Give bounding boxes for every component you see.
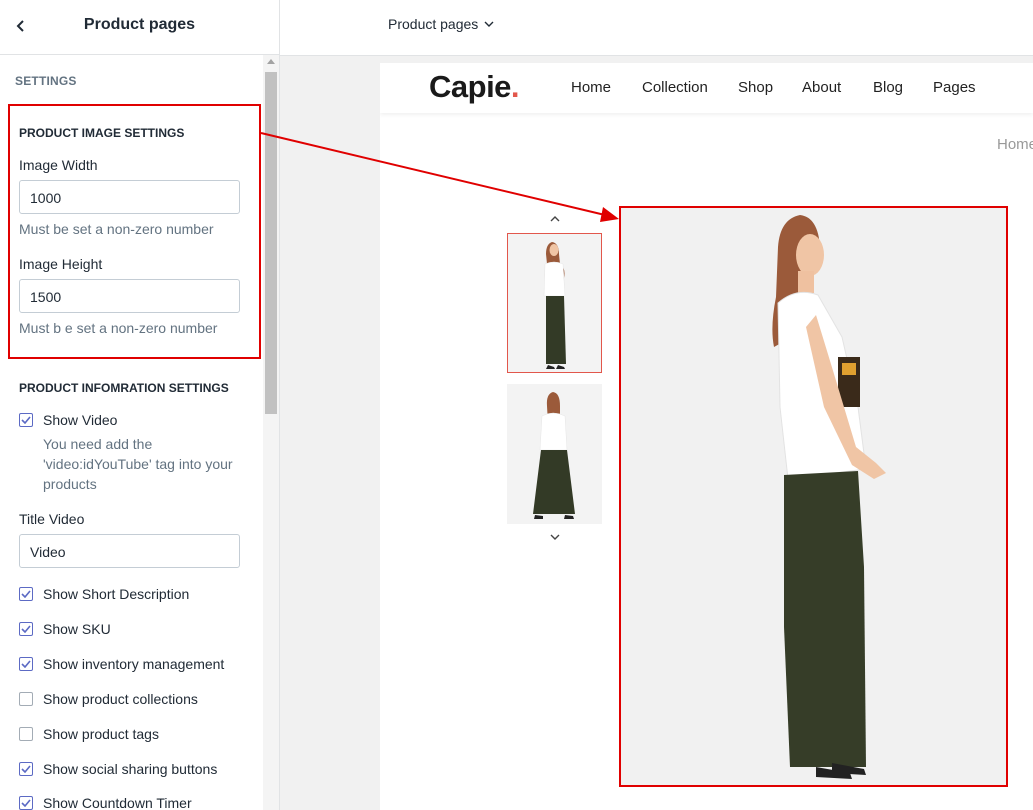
info-settings-title: PRODUCT INFOMRATION SETTINGS xyxy=(19,381,229,395)
product-thumbnail-image xyxy=(508,234,601,372)
product-thumbnail-image xyxy=(507,384,602,524)
option-inventory-management[interactable]: Show inventory management xyxy=(19,654,224,674)
option-product-tags[interactable]: Show product tags xyxy=(19,724,159,744)
option-label: Show SKU xyxy=(43,621,111,637)
nav-collection[interactable]: Collection xyxy=(642,79,708,96)
sidebar-header: Product pages xyxy=(0,0,279,55)
countdown-checkbox[interactable] xyxy=(19,796,33,810)
option-label: Show product tags xyxy=(43,726,159,742)
breadcrumb[interactable]: Home xyxy=(997,136,1033,153)
logo-text: Capie xyxy=(429,69,511,104)
sidebar-scrollbar[interactable] xyxy=(263,55,279,810)
checkmark-icon xyxy=(21,590,31,598)
checkmark-icon xyxy=(21,625,31,633)
option-countdown-timer[interactable]: Show Countdown Timer xyxy=(19,793,192,810)
option-label: Show Short Description xyxy=(43,586,190,602)
option-label: Show Countdown Timer xyxy=(43,795,192,810)
tags-checkbox[interactable] xyxy=(19,727,33,741)
show-video-option[interactable]: Show Video xyxy=(19,410,117,430)
show-video-label: Show Video xyxy=(43,412,118,428)
show-video-checkbox[interactable] xyxy=(19,413,33,427)
sidebar-title: Product pages xyxy=(83,16,196,33)
video-help-line-2: 'video:idYouTube' tag into your xyxy=(43,456,233,472)
video-help-line-1: You need add the xyxy=(43,436,153,452)
page-selector-label: Product pages xyxy=(388,16,479,32)
chevron-down-icon xyxy=(484,21,494,27)
social-sharing-checkbox[interactable] xyxy=(19,762,33,776)
store-logo[interactable]: Capie. xyxy=(429,69,520,105)
preview-topbar: Product pages xyxy=(280,0,1033,56)
video-help-line-3: products xyxy=(43,476,97,492)
collections-checkbox[interactable] xyxy=(19,692,33,706)
store-header: Capie. Home Collection Shop About Blog P… xyxy=(380,63,1033,113)
product-thumbnail[interactable] xyxy=(507,233,602,373)
scroll-up-arrow-icon[interactable] xyxy=(267,59,275,64)
title-video-label: Title Video xyxy=(19,511,85,527)
inventory-checkbox[interactable] xyxy=(19,657,33,671)
settings-section-label: SETTINGS xyxy=(15,74,77,88)
scrollbar-thumb[interactable] xyxy=(265,72,277,414)
option-social-sharing[interactable]: Show social sharing buttons xyxy=(19,759,217,779)
nav-blog[interactable]: Blog xyxy=(873,79,903,96)
nav-about[interactable]: About xyxy=(802,79,841,96)
title-video-input[interactable]: Video xyxy=(19,534,240,568)
thumbnail-down-arrow-icon[interactable] xyxy=(548,532,562,542)
checkmark-icon xyxy=(21,660,31,668)
thumbnail-up-arrow-icon[interactable] xyxy=(548,214,562,224)
option-label: Show product collections xyxy=(43,691,198,707)
option-sku[interactable]: Show SKU xyxy=(19,619,111,639)
checkmark-icon xyxy=(21,416,31,424)
page-selector[interactable]: Product pages xyxy=(388,16,495,32)
sku-checkbox[interactable] xyxy=(19,622,33,636)
option-product-collections[interactable]: Show product collections xyxy=(19,689,198,709)
main-image-highlight xyxy=(619,206,1008,787)
nav-home[interactable]: Home xyxy=(571,79,611,96)
short-description-checkbox[interactable] xyxy=(19,587,33,601)
product-thumbnail[interactable] xyxy=(507,384,602,524)
image-settings-highlight xyxy=(8,104,261,359)
logo-dot: . xyxy=(510,69,520,104)
option-short-description[interactable]: Show Short Description xyxy=(19,584,189,604)
checkmark-icon xyxy=(21,799,31,807)
option-label: Show inventory management xyxy=(43,656,225,672)
checkmark-icon xyxy=(21,765,31,773)
option-label: Show social sharing buttons xyxy=(43,761,218,777)
nav-shop[interactable]: Shop xyxy=(738,79,773,96)
nav-pages[interactable]: Pages xyxy=(933,79,976,96)
